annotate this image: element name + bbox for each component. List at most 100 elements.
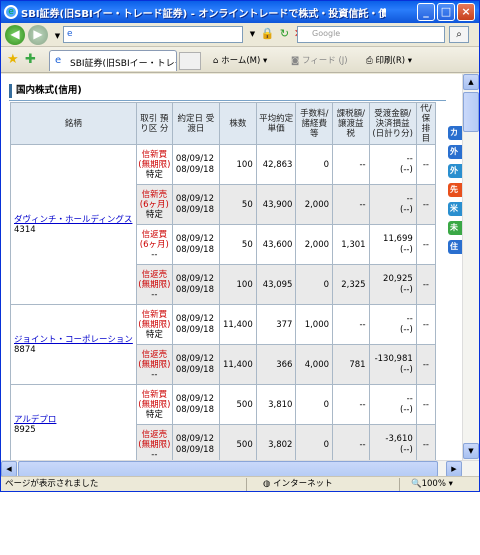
- close-button[interactable]: ×: [457, 3, 475, 21]
- side-panel-button[interactable]: 米: [448, 202, 462, 216]
- horizontal-scrollbar[interactable]: ◀ ▶: [1, 460, 479, 477]
- trade-term: (無期限): [138, 319, 171, 330]
- trade-date: 08/09/12: [175, 273, 214, 284]
- day-trade-pl: (--): [400, 444, 413, 455]
- tax: --: [359, 199, 366, 210]
- trade-kind-cell: 信新買 (無期限) 特定: [135, 144, 173, 185]
- quantity: 50: [241, 199, 253, 210]
- feed-label: フィード (J): [301, 56, 348, 66]
- price-cell: 377: [255, 304, 297, 345]
- back-button[interactable]: ◀: [5, 25, 25, 45]
- trade-kind-cell: 信返売 (無期限) --: [135, 344, 173, 385]
- tax: 2,325: [341, 279, 366, 290]
- account-type: --: [151, 249, 158, 260]
- tax: --: [359, 159, 366, 170]
- fee: 4,000: [304, 359, 330, 370]
- zone-label: インターネット: [273, 479, 333, 489]
- lock-icon[interactable]: 🔒: [259, 26, 276, 43]
- maximize-button[interactable]: □: [437, 3, 455, 21]
- printer-icon: ⎙: [366, 56, 373, 66]
- misc: --: [422, 399, 429, 410]
- trade-kind-cell: 信返売 (無期限) --: [135, 424, 173, 460]
- home-icon: ⌂: [213, 56, 219, 66]
- fee-cell: 0: [295, 144, 334, 185]
- settle-amount: --: [406, 193, 413, 204]
- quantity-cell: 100: [218, 144, 257, 185]
- side-panel-button[interactable]: 外: [448, 164, 462, 178]
- scroll-right-button[interactable]: ▶: [446, 461, 462, 477]
- avg-price: 3,802: [268, 439, 293, 450]
- search-input[interactable]: Google: [297, 26, 445, 43]
- status-message: ページが表示されました: [5, 479, 99, 489]
- avg-price: 377: [276, 319, 293, 330]
- side-panel-button[interactable]: 先: [448, 183, 462, 197]
- settle-date: 08/09/18: [175, 324, 214, 335]
- table-row: アルデプロ 8925 信新買 (無期限) 特定 08/09/12 08/09/18 500 3,…: [10, 384, 437, 460]
- horizontal-scroll-thumb[interactable]: [18, 461, 438, 477]
- stock-name-link[interactable]: ジョイント・コーポレーション: [14, 335, 133, 345]
- quantity-cell: 50: [218, 184, 257, 225]
- feed-button[interactable]: ◙ フィード (J): [291, 54, 348, 66]
- side-panel-button[interactable]: 住: [448, 240, 462, 254]
- quantity: 50: [241, 239, 253, 250]
- trade-term: (無期限): [138, 359, 171, 370]
- price-cell: 43,095: [255, 264, 297, 305]
- day-trade-pl: (--): [400, 164, 413, 175]
- favorites-star-icon[interactable]: ★: [7, 52, 19, 67]
- tab-sbi[interactable]: e SBI証券(旧SBIイー・トレー...: [49, 50, 177, 71]
- print-button[interactable]: ⎙ 印刷(R) ▾: [366, 54, 412, 66]
- quantity: 500: [236, 439, 253, 450]
- address-input[interactable]: e: [63, 26, 243, 43]
- settle-amount: --: [406, 393, 413, 404]
- settle-amount: --: [406, 313, 413, 324]
- settle-amount: -130,981: [374, 353, 413, 364]
- new-tab-button[interactable]: [179, 52, 201, 70]
- amount-cell: 20,925 (--): [368, 264, 417, 305]
- trade-term: (無期限): [138, 159, 171, 170]
- quantity-cell: 50: [218, 224, 257, 265]
- settle-amount: --: [406, 153, 413, 164]
- minimize-button[interactable]: _: [417, 3, 435, 21]
- feed-icon: ◙: [291, 56, 300, 66]
- date-cell: 08/09/12 08/09/18: [171, 144, 220, 185]
- misc-cell: --: [415, 424, 437, 460]
- tax: --: [359, 439, 366, 450]
- side-panel-button[interactable]: 外: [448, 145, 462, 159]
- page-content: 国内株式(信用) 銘柄 取引 預り区 分約定日 受渡日 株数 平均約定 単価 手数料/ …: [1, 74, 462, 460]
- scroll-up-button[interactable]: ▲: [463, 74, 479, 90]
- zoom-control[interactable]: 🔍100% ▾: [411, 477, 453, 491]
- trade-type: 信返売: [141, 269, 168, 280]
- account-type: --: [151, 289, 158, 300]
- avg-price: 43,095: [262, 279, 293, 290]
- tab-label: SBI証券(旧SBIイー・トレー...: [70, 59, 176, 69]
- scroll-down-button[interactable]: ▼: [463, 443, 479, 459]
- tax: 1,301: [341, 239, 366, 250]
- side-panel-button[interactable]: 未: [448, 221, 462, 235]
- print-label: 印刷(R): [375, 56, 406, 66]
- quantity-cell: 11,400: [218, 304, 257, 345]
- vertical-scroll-thumb[interactable]: [463, 92, 479, 132]
- avg-price: 43,600: [262, 239, 293, 250]
- date-cell: 08/09/12 08/09/18: [171, 384, 220, 425]
- tax-cell: --: [332, 144, 370, 185]
- trade-date: 08/09/12: [175, 233, 214, 244]
- day-trade-pl: (--): [400, 284, 413, 295]
- stock-name-link[interactable]: ダヴィンチ・ホールディングス: [14, 215, 133, 225]
- date-cell: 08/09/12 08/09/18: [171, 344, 220, 385]
- home-button[interactable]: ⌂ ホーム(M) ▾: [213, 54, 267, 66]
- account-type: 特定: [145, 169, 163, 180]
- misc-cell: --: [415, 304, 437, 345]
- misc: --: [422, 199, 429, 210]
- forward-button[interactable]: ▶: [28, 25, 48, 45]
- vertical-scrollbar[interactable]: ▲ ▼: [462, 74, 479, 460]
- misc-cell: --: [415, 264, 437, 305]
- price-cell: 43,900: [255, 184, 297, 225]
- stock-name-link[interactable]: アルデプロ: [14, 415, 133, 425]
- tax-cell: --: [332, 424, 370, 460]
- search-button[interactable]: ⌕: [449, 26, 469, 43]
- scroll-left-button[interactable]: ◀: [1, 461, 17, 477]
- table-header-row: 銘柄 取引 預り区 分約定日 受渡日 株数 平均約定 単価 手数料/ 諸経費等 課税額/ …: [10, 102, 437, 145]
- side-panel-button[interactable]: カ: [448, 126, 462, 140]
- trade-type: 信新買: [141, 149, 168, 160]
- add-favorite-icon[interactable]: ✚: [25, 52, 36, 67]
